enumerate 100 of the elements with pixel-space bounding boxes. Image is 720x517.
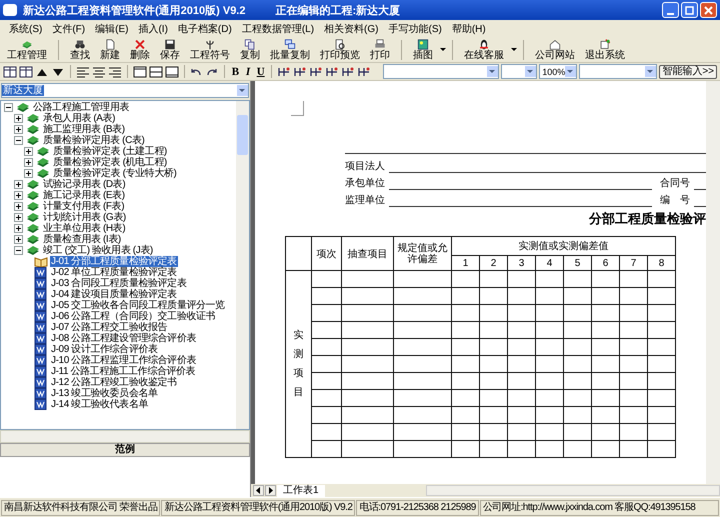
tree-item[interactable]: 竣工 (交工) 验收用表 (J表) xyxy=(42,245,154,256)
tree-item[interactable]: 质量检验评定表 (专业特大桥) xyxy=(52,168,178,179)
format-button[interactable]: I xyxy=(242,64,254,78)
layout-icon[interactable] xyxy=(19,66,33,78)
tree-item[interactable]: 质量检验评定用表 (C表) xyxy=(42,135,146,146)
table-tool-icon[interactable] xyxy=(292,66,307,78)
toolbar-button[interactable]: 新建 xyxy=(95,38,125,60)
align-right-icon[interactable] xyxy=(108,66,122,78)
menu-item[interactable]: 电子档案(D) xyxy=(172,22,237,36)
vertical-scrollbar[interactable] xyxy=(706,81,720,484)
menu-item[interactable]: 文件(F) xyxy=(47,22,90,36)
align-left-icon[interactable] xyxy=(76,66,90,78)
dropdown-field[interactable] xyxy=(500,64,538,79)
expander-icon[interactable] xyxy=(14,125,23,134)
tree-item[interactable]: 质量检查用表 (I表) xyxy=(42,234,122,245)
expander-icon[interactable] xyxy=(14,213,23,222)
table-tool-icon[interactable] xyxy=(308,66,323,78)
tree-item[interactable]: J-07 公路工程交工验收报告 xyxy=(50,322,168,333)
tree-item[interactable]: 施工记录用表 (E表) xyxy=(42,190,126,201)
horizontal-scrollbar[interactable] xyxy=(0,430,250,443)
menu-item[interactable]: 工程数据管理(L) xyxy=(236,22,320,36)
tree-item[interactable]: 质量检验评定表 (机电工程) xyxy=(52,157,168,168)
maximize-button[interactable] xyxy=(681,2,698,18)
table-tool-icon[interactable] xyxy=(276,66,291,78)
toolbar-button[interactable]: 保存 xyxy=(155,38,185,60)
tree-item[interactable]: 计划统计用表 (G表) xyxy=(42,212,127,223)
table-tool-icon[interactable] xyxy=(340,66,355,78)
expander-icon[interactable] xyxy=(24,158,33,167)
expander-icon[interactable] xyxy=(4,103,13,112)
menu-item[interactable]: 手写功能(S) xyxy=(384,22,447,36)
dropdown-field[interactable] xyxy=(579,64,658,79)
tree-item[interactable]: J-02 单位工程质量检验评定表 xyxy=(50,267,178,278)
border-icon[interactable] xyxy=(148,66,163,78)
menu-item[interactable]: 系统(S) xyxy=(4,22,48,36)
tree-item[interactable]: J-12 公路工程竣工验收鉴定书 xyxy=(50,377,178,388)
vertical-scrollbar[interactable] xyxy=(236,101,249,429)
toolbar-button[interactable]: 公司网站 xyxy=(530,38,580,60)
menu-item[interactable]: 插入(I) xyxy=(133,22,173,36)
sheet-tab[interactable]: 工作表1 xyxy=(277,484,325,496)
tree-item[interactable]: J-06 公路工程（合同段）交工验收证书 xyxy=(50,311,216,322)
scroll-left-icon[interactable] xyxy=(253,485,264,496)
expander-icon[interactable] xyxy=(24,169,33,178)
scroll-right-icon[interactable] xyxy=(265,485,276,496)
close-button[interactable] xyxy=(700,2,717,18)
border-icon[interactable] xyxy=(132,66,147,78)
format-button[interactable]: U xyxy=(255,64,266,78)
tree-item[interactable]: 施工监理用表 (B表) xyxy=(42,124,126,135)
menu-item[interactable]: 相关资料(G) xyxy=(319,22,384,36)
expander-icon[interactable] xyxy=(14,246,23,255)
toolbar-button[interactable]: 查找 xyxy=(65,38,95,60)
project-dropdown[interactable]: 新达大厦 xyxy=(1,83,249,98)
expander-icon[interactable] xyxy=(24,147,33,156)
toolbar-button[interactable]: 工程符号 xyxy=(185,38,235,60)
toolbar-button[interactable]: 打印预览 xyxy=(315,38,365,60)
layout-icon[interactable] xyxy=(3,66,17,78)
menu-item[interactable]: 帮助(H) xyxy=(446,22,491,36)
toolbar-button[interactable]: 退出系统 xyxy=(580,38,630,60)
expander-icon[interactable] xyxy=(14,235,23,244)
expander-icon[interactable] xyxy=(14,114,23,123)
menu-item[interactable]: 编辑(E) xyxy=(90,22,134,36)
expander-icon[interactable] xyxy=(14,136,23,145)
tree-item[interactable]: 试验记录用表 (D表) xyxy=(42,179,126,190)
zoom-dropdown[interactable]: 100% xyxy=(539,64,578,79)
expander-icon[interactable] xyxy=(14,191,23,200)
align-center-icon[interactable] xyxy=(92,66,106,78)
tree-item[interactable]: 公路工程施工管理用表 xyxy=(32,102,130,113)
tree-item[interactable]: J-10 公路工程监理工作综合评价表 xyxy=(50,355,198,366)
tree-item[interactable]: J-01 分部工程质量检验评定表 xyxy=(50,256,178,267)
tree-item[interactable]: 承包人用表 (A表) xyxy=(42,113,116,124)
tree-item[interactable]: 业主单位用表 (H表) xyxy=(42,223,126,234)
toolbar-button[interactable]: 插图 xyxy=(408,38,438,60)
tree-item[interactable]: J-09 设计工作综合评价表 xyxy=(50,344,159,355)
tree-item[interactable]: J-13 竣工验收委员会名单 xyxy=(50,388,159,399)
smart-input-button[interactable]: 智能输入>> xyxy=(659,64,718,78)
tree-item[interactable]: J-08 公路工程建设管理综合评价表 xyxy=(50,333,198,344)
table-tool-icon[interactable] xyxy=(324,66,339,78)
toolbar-button[interactable]: 删除 xyxy=(125,38,155,60)
dropdown-field[interactable] xyxy=(382,64,499,79)
table-tool-icon[interactable] xyxy=(356,66,371,78)
minimize-button[interactable] xyxy=(662,2,679,18)
expander-icon[interactable] xyxy=(14,202,23,211)
border-icon[interactable] xyxy=(164,66,179,78)
expander-icon[interactable] xyxy=(14,180,23,189)
tree-item[interactable]: J-05 交工验收各合同段工程质量评分一览 xyxy=(50,300,226,311)
caret-icon[interactable] xyxy=(511,48,517,51)
horizontal-scrollbar[interactable] xyxy=(426,485,720,496)
tree-item[interactable]: J-03 合同段工程质量检验评定表 xyxy=(50,278,188,289)
format-button[interactable]: B xyxy=(230,64,241,78)
caret-icon[interactable] xyxy=(440,48,446,51)
toolbar-button[interactable]: 复制 xyxy=(235,38,265,60)
toolbar-button[interactable]: 在线客服 xyxy=(459,38,509,60)
tree-item[interactable]: 质量检验评定表 (土建工程) xyxy=(52,146,168,157)
expander-icon[interactable] xyxy=(14,224,23,233)
toolbar-button[interactable]: 打印 xyxy=(365,38,395,60)
tree-item[interactable]: J-04 建设项目质量检验评定表 xyxy=(50,289,178,300)
tree-item[interactable]: J-11 公路工程施工工作综合评价表 xyxy=(50,366,196,377)
tree-item[interactable]: J-14 竣工验收代表名单 xyxy=(50,399,150,410)
toolbar-button[interactable]: 批量复制 xyxy=(265,38,315,60)
toolbar-button[interactable]: 工程管理 xyxy=(2,38,52,60)
tree-item[interactable]: 计量支付用表 (F表) xyxy=(42,201,126,212)
